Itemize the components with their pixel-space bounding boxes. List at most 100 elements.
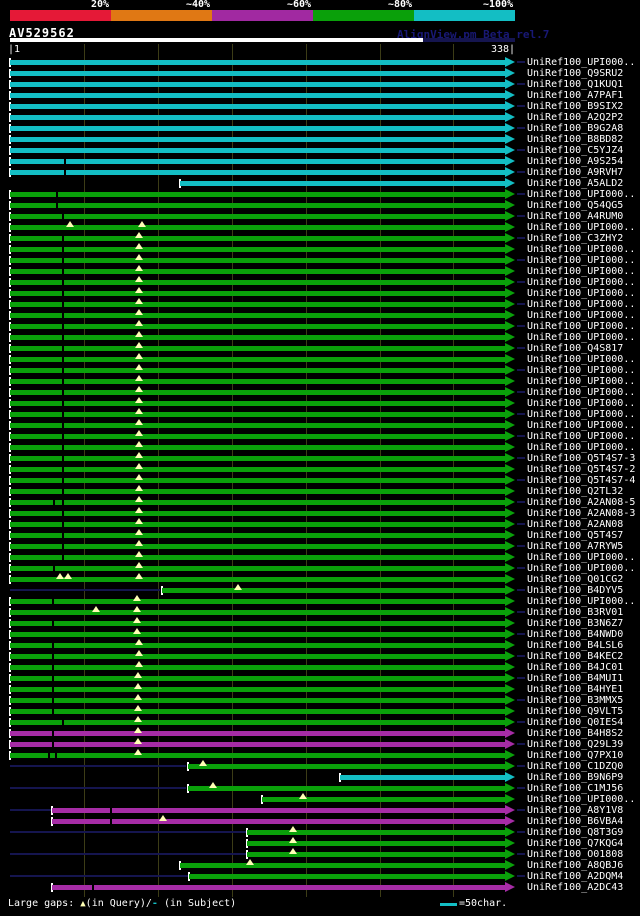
hit-bar[interactable] — [10, 192, 505, 197]
hit-bar[interactable] — [52, 808, 505, 813]
hit-label[interactable]: UniRef100_UPI000.. — [527, 596, 635, 607]
hit-bar[interactable] — [10, 423, 505, 428]
hit-bar[interactable] — [10, 643, 505, 648]
hit-label[interactable]: UniRef100_UPI000.. — [527, 277, 635, 288]
hit-bar[interactable] — [10, 500, 505, 505]
hit-label[interactable]: UniRef100_A7RYW5 — [527, 541, 623, 552]
hit-bar[interactable] — [10, 203, 505, 208]
hit-label[interactable]: UniRef100_O01808 — [527, 849, 623, 860]
hit-label[interactable]: UniRef100_B4DYV5 — [527, 585, 623, 596]
hit-bar[interactable] — [52, 819, 505, 824]
hit-label[interactable]: UniRef100_UPI000.. — [527, 563, 635, 574]
hit-bar[interactable] — [10, 632, 505, 637]
hit-label[interactable]: UniRef100_Q9VLT5 — [527, 706, 623, 717]
hit-label[interactable]: UniRef100_Q29L39 — [527, 739, 623, 750]
hit-bar[interactable] — [10, 511, 505, 516]
hit-bar[interactable] — [10, 412, 505, 417]
hit-bar[interactable] — [10, 368, 505, 373]
hit-label[interactable]: UniRef100_A2AN08 — [527, 519, 623, 530]
hit-label[interactable]: UniRef100_Q01CG2 — [527, 574, 623, 585]
hit-label[interactable]: UniRef100_A4RUM0 — [527, 211, 623, 222]
hit-label[interactable]: UniRef100_A2DQM4 — [527, 871, 623, 882]
hit-label[interactable]: UniRef100_B6VBA4 — [527, 816, 623, 827]
hit-label[interactable]: UniRef100_UPI000.. — [527, 244, 635, 255]
hit-label[interactable]: UniRef100_B9SIX2 — [527, 101, 623, 112]
hit-bar[interactable] — [10, 753, 505, 758]
hit-bar[interactable] — [10, 456, 505, 461]
hit-bar[interactable] — [10, 698, 505, 703]
hit-label[interactable]: UniRef100_UPI000.. — [527, 431, 635, 442]
hit-label[interactable]: UniRef100_UPI000.. — [527, 222, 635, 233]
hit-bar[interactable] — [10, 478, 505, 483]
hit-label[interactable]: UniRef100_Q5T4S7-3 — [527, 453, 635, 464]
hit-label[interactable]: UniRef100_A2AN08-3 — [527, 508, 635, 519]
hit-bar[interactable] — [10, 621, 505, 626]
hit-bar[interactable] — [10, 687, 505, 692]
hit-bar[interactable] — [180, 181, 505, 186]
hit-bar[interactable] — [10, 742, 505, 747]
hit-label[interactable]: UniRef100_B4NWD0 — [527, 629, 623, 640]
hit-bar[interactable] — [10, 522, 505, 527]
hit-bar[interactable] — [10, 489, 505, 494]
hit-bar[interactable] — [10, 445, 505, 450]
hit-label[interactable]: UniRef100_Q1KUQ1 — [527, 79, 623, 90]
hit-bar[interactable] — [10, 60, 505, 65]
hit-bar[interactable] — [10, 720, 505, 725]
hit-label[interactable]: UniRef100_Q8T3G9 — [527, 827, 623, 838]
hit-label[interactable]: UniRef100_UPI000.. — [527, 288, 635, 299]
hit-bar[interactable] — [10, 676, 505, 681]
hit-bar[interactable] — [10, 544, 505, 549]
hit-bar[interactable] — [247, 852, 505, 857]
hit-bar[interactable] — [10, 82, 505, 87]
hit-bar[interactable] — [10, 434, 505, 439]
hit-bar[interactable] — [10, 731, 505, 736]
hit-bar[interactable] — [10, 654, 505, 659]
hit-label[interactable]: UniRef100_UPI000.. — [527, 354, 635, 365]
hit-bar[interactable] — [10, 610, 505, 615]
hit-label[interactable]: UniRef100_A7PAF1 — [527, 90, 623, 101]
hit-bar[interactable] — [10, 533, 505, 538]
hit-label[interactable]: UniRef100_Q5T4S7-2 — [527, 464, 635, 475]
hit-label[interactable]: UniRef100_UPI000.. — [527, 189, 635, 200]
hit-bar[interactable] — [10, 258, 505, 263]
hit-label[interactable]: UniRef100_UPI000.. — [527, 409, 635, 420]
hit-bar[interactable] — [10, 335, 505, 340]
hit-label[interactable]: UniRef100_B3N6Z7 — [527, 618, 623, 629]
hit-bar[interactable] — [247, 841, 505, 846]
hit-label[interactable]: UniRef100_UPI000.. — [527, 398, 635, 409]
hit-label[interactable]: UniRef100_B8BD82 — [527, 134, 623, 145]
hit-label[interactable]: UniRef100_Q7KQG4 — [527, 838, 623, 849]
hit-label[interactable]: UniRef100_Q9SRU2 — [527, 68, 623, 79]
hit-label[interactable]: UniRef100_C3ZHY2 — [527, 233, 623, 244]
hit-bar[interactable] — [10, 379, 505, 384]
hit-label[interactable]: UniRef100_Q0IES4 — [527, 717, 623, 728]
hit-bar[interactable] — [10, 566, 505, 571]
hit-label[interactable]: UniRef100_UPI000.. — [527, 266, 635, 277]
hit-label[interactable]: UniRef100_A9RVH7 — [527, 167, 623, 178]
hit-label[interactable]: UniRef100_UPI000.. — [527, 387, 635, 398]
hit-bar[interactable] — [10, 126, 505, 131]
hit-bar[interactable] — [10, 291, 505, 296]
hit-label[interactable]: UniRef100_C1DZQ0 — [527, 761, 623, 772]
hit-label[interactable]: UniRef100_B4HYE1 — [527, 684, 623, 695]
hit-bar[interactable] — [10, 709, 505, 714]
hit-bar[interactable] — [247, 830, 505, 835]
hit-label[interactable]: UniRef100_Q54QG5 — [527, 200, 623, 211]
hit-bar[interactable] — [10, 225, 505, 230]
hit-label[interactable]: UniRef100_UPI000.. — [527, 332, 635, 343]
hit-label[interactable]: UniRef100_C1MJ56 — [527, 783, 623, 794]
hit-label[interactable]: UniRef100_A8QBJ6 — [527, 860, 623, 871]
hit-bar[interactable] — [52, 885, 505, 890]
hit-bar[interactable] — [188, 786, 505, 791]
hit-label[interactable]: UniRef100_B4KEC2 — [527, 651, 623, 662]
hit-bar[interactable] — [10, 390, 505, 395]
hit-label[interactable]: UniRef100_UPI000.. — [527, 794, 635, 805]
hit-label[interactable]: UniRef100_UPI000.. — [527, 255, 635, 266]
hit-label[interactable]: UniRef100_UPI000.. — [527, 365, 635, 376]
hit-bar[interactable] — [10, 302, 505, 307]
hit-label[interactable]: UniRef100_A8Y1V8 — [527, 805, 623, 816]
hit-bar[interactable] — [10, 214, 505, 219]
hit-label[interactable]: UniRef100_UPI000.. — [527, 299, 635, 310]
hit-bar[interactable] — [10, 137, 505, 142]
hit-label[interactable]: UniRef100_A9S254 — [527, 156, 623, 167]
